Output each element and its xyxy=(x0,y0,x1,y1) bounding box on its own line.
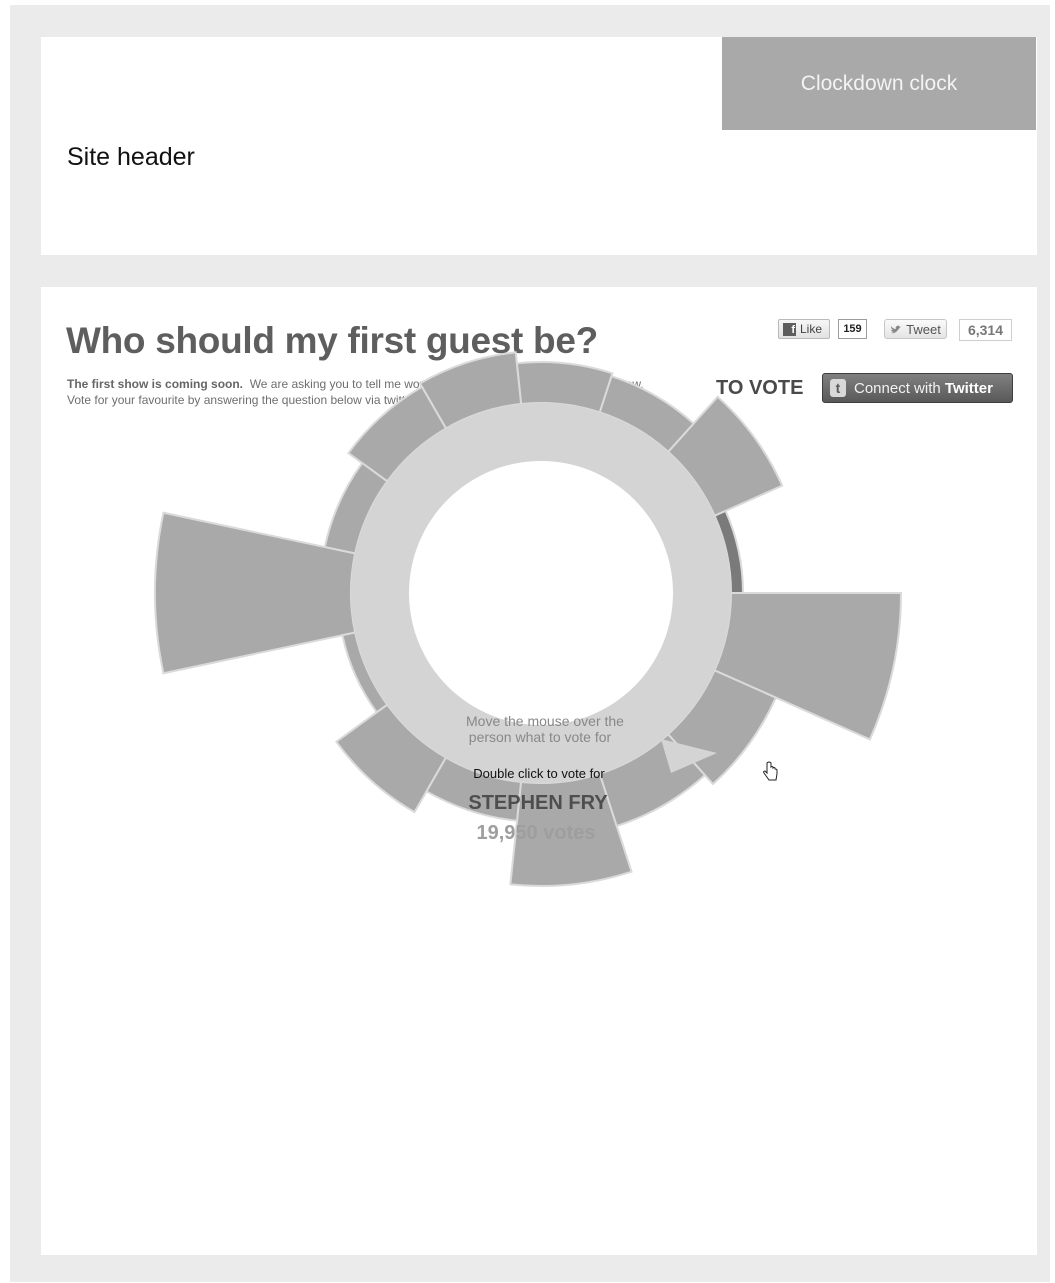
instruction-line-1: Move the mouse over the xyxy=(466,713,624,729)
site-header-title: Site header xyxy=(67,143,195,171)
guest-wheel-chart: Move the mouse over the person what to v… xyxy=(154,351,903,887)
selected-votes: 19,950 votes xyxy=(477,822,596,844)
site-header: Site header Clockdown clock xyxy=(41,37,1037,255)
wheel-segment[interactable] xyxy=(154,511,357,675)
double-click-label: Double click to vote for xyxy=(473,766,605,781)
selected-name: STEPHEN FRY xyxy=(468,792,608,814)
voting-panel: Who should my first guest be? The first … xyxy=(41,287,1037,1255)
instruction-line-2: person what to vote for xyxy=(469,729,612,745)
countdown-clock: Clockdown clock xyxy=(722,37,1036,130)
hand-cursor-icon xyxy=(763,761,778,781)
